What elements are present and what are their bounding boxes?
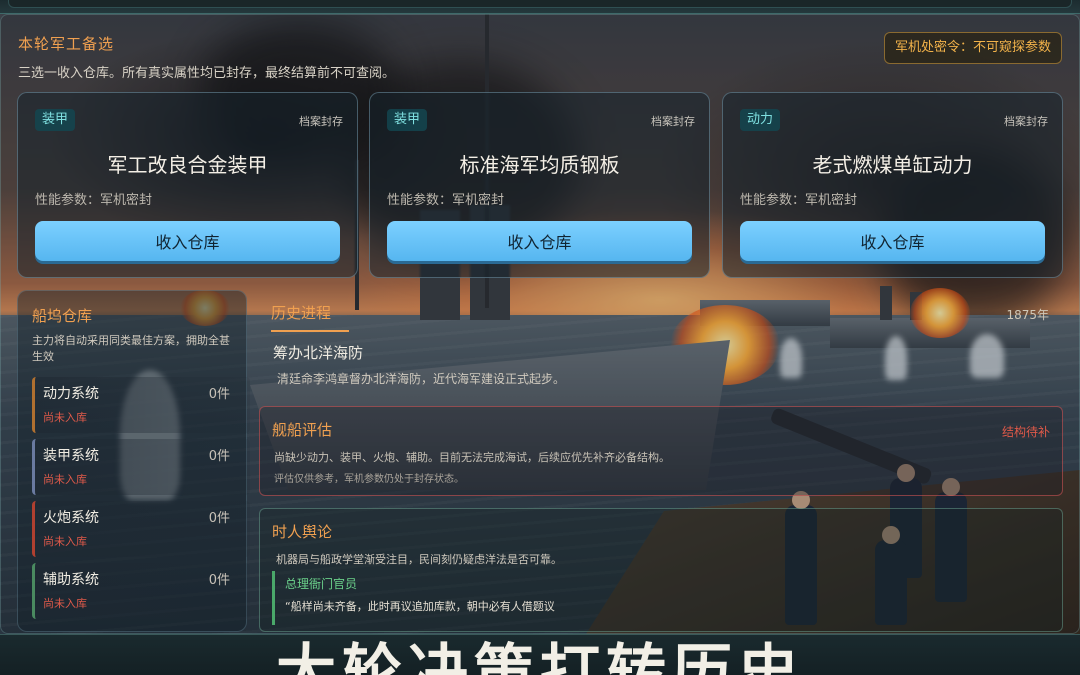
shipyard-panel: 船坞仓库 主力将自动采用同类最佳方案，拥助全甚生效 动力系统 0件 尚未入库 装… bbox=[17, 290, 250, 632]
banner-text: 大轮决策打转历史 bbox=[276, 638, 804, 675]
slot-name: 装甲系统 bbox=[43, 448, 99, 464]
card-category-tag: 动力 bbox=[740, 109, 781, 131]
card-category-tag: 装甲 bbox=[35, 109, 76, 131]
collect-button[interactable]: 收入仓库 bbox=[740, 221, 1045, 261]
public-opinion-box: 时人舆论 机器局与船政学堂渐受注目，民间刻仍疑虑洋法是否可靠。 总理衙门官员 “… bbox=[259, 508, 1063, 632]
slot-count: 0件 bbox=[208, 573, 230, 588]
slot-count: 0件 bbox=[208, 449, 230, 464]
slot-status: 尚未入库 bbox=[43, 535, 87, 548]
history-year: 1875年 bbox=[1006, 308, 1049, 322]
shipyard-title: 船坞仓库 bbox=[32, 307, 93, 325]
history-panel: 历史进程 1875年 筹办北洋海防 清廷命李鸿章督办北洋海防，近代海军建设正式起… bbox=[259, 290, 1063, 632]
option-card: 动力 档案封存 老式燃煤单缸动力 性能参数：军机密封 收入仓库 bbox=[722, 92, 1063, 278]
evaluation-flag: 结构待补 bbox=[1001, 425, 1050, 439]
card-item-name: 老式燃煤单缸动力 bbox=[812, 153, 973, 177]
event-title: 筹办北洋海防 bbox=[273, 344, 364, 362]
shipyard-description: 主力将自动采用同类最佳方案，拥助全甚生效 bbox=[32, 334, 230, 363]
evaluation-description: 尚缺少动力、装甲、火炮、辅助。目前无法完成海试，后续应优先补齐必备结构。 bbox=[274, 451, 670, 464]
card-item-name: 军工改良合金装甲 bbox=[107, 153, 268, 177]
evaluation-note: 评估仅供参考，军机参数仍处于封存状态。 bbox=[274, 474, 464, 485]
card-archive-label: 档案封存 bbox=[651, 115, 695, 128]
slot-auxiliary-system[interactable]: 辅助系统 0件 尚未入库 bbox=[32, 563, 250, 619]
opinion-title: 时人舆论 bbox=[272, 523, 333, 541]
event-description: 清廷命李鸿章督办北洋海防，近代海军建设正式起步。 bbox=[277, 372, 566, 386]
card-archive-label: 档案封存 bbox=[299, 115, 343, 128]
slot-gun-system[interactable]: 火炮系统 0件 尚未入库 bbox=[32, 501, 250, 557]
section-title: 本轮军工备选 bbox=[18, 35, 115, 53]
card-spec-text: 性能参数：军机密封 bbox=[35, 193, 153, 208]
slot-status: 尚未入库 bbox=[43, 411, 87, 424]
collect-button[interactable]: 收入仓库 bbox=[387, 221, 692, 261]
evaluation-title: 舰船评估 bbox=[272, 421, 333, 439]
active-tab-underline bbox=[271, 330, 349, 332]
slot-name: 辅助系统 bbox=[43, 572, 99, 588]
secret-order-badge: 军机处密令：不可窥探参数 bbox=[883, 32, 1062, 64]
opinion-description: 机器局与船政学堂渐受注目，民间刻仍疑虑洋法是否可靠。 bbox=[276, 553, 562, 566]
slot-power-system[interactable]: 动力系统 0件 尚未入库 bbox=[32, 377, 250, 433]
top-bar-inner bbox=[8, 0, 1072, 8]
ship-evaluation-box: 舰船评估 结构待补 尚缺少动力、装甲、火炮、辅助。目前无法完成海试，后续应优先补… bbox=[259, 406, 1063, 496]
slot-armor-system[interactable]: 装甲系统 0件 尚未入库 bbox=[32, 439, 250, 495]
quote-speaker: 总理衙门官员 bbox=[285, 577, 358, 591]
section-description: 三选一收入仓库。所有真实属性均已封存，最终结算前不可查阅。 bbox=[18, 66, 396, 81]
quote-text: “船样尚未齐备，此时再议追加库款，朝中必有人借题议 bbox=[285, 600, 555, 613]
top-bar bbox=[0, 0, 1080, 14]
card-spec-text: 性能参数：军机密封 bbox=[387, 193, 505, 208]
slot-count: 0件 bbox=[208, 387, 230, 402]
slot-name: 动力系统 bbox=[43, 386, 99, 402]
slot-status: 尚未入库 bbox=[43, 597, 87, 610]
slot-name: 火炮系统 bbox=[43, 510, 99, 526]
card-item-name: 标准海军均质钢板 bbox=[459, 153, 620, 177]
card-category-tag: 装甲 bbox=[387, 109, 428, 131]
card-spec-text: 性能参数：军机密封 bbox=[740, 193, 858, 208]
option-card: 装甲 档案封存 军工改良合金装甲 性能参数：军机密封 收入仓库 bbox=[17, 92, 358, 278]
collect-button[interactable]: 收入仓库 bbox=[35, 221, 340, 261]
slot-status: 尚未入库 bbox=[43, 473, 87, 486]
card-archive-label: 档案封存 bbox=[1004, 115, 1048, 128]
bottom-banner: 大轮决策打转历史 bbox=[0, 634, 1080, 675]
tab-history[interactable]: 历史进程 bbox=[271, 302, 331, 323]
option-card: 装甲 档案封存 标准海军均质钢板 性能参数：军机密封 收入仓库 bbox=[369, 92, 710, 278]
opinion-quote: 总理衙门官员 “船样尚未齐备，此时再议追加库款，朝中必有人借题议 bbox=[272, 571, 612, 625]
option-cards: 装甲 档案封存 军工改良合金装甲 性能参数：军机密封 收入仓库 装甲 档案封存 … bbox=[17, 92, 1063, 278]
slot-count: 0件 bbox=[208, 511, 230, 526]
